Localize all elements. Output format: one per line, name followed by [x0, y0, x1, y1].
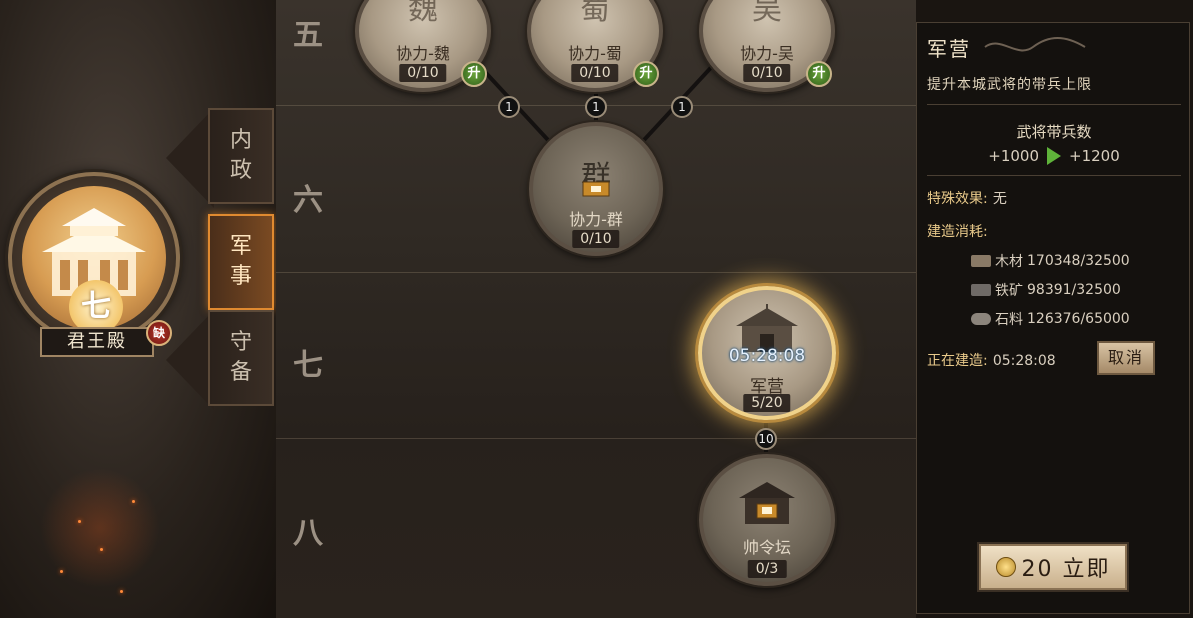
scroll-icon [582, 181, 610, 197]
instant-finish-label: 20 立即 [1021, 557, 1111, 582]
gold-coin-icon [995, 557, 1016, 577]
upgrade-badge[interactable]: 升 [461, 61, 487, 87]
instant-finish-button[interactable]: 20 立即 [979, 544, 1127, 590]
build-timer: 05:28:08 [728, 346, 806, 366]
divider [927, 104, 1181, 105]
requirement-badge: 1 [498, 96, 520, 118]
node-barracks[interactable]: 05:28:08 军营 5/20 [698, 286, 836, 420]
stat-change: +1000 +1200 [917, 147, 1191, 165]
wei-emblem-glyph: 魏 [408, 0, 438, 27]
node-name: 协力-吴 [740, 44, 794, 63]
shu-emblem-glyph: 蜀 [580, 0, 610, 27]
resource-row-stone: 石料 126376/65000 [971, 309, 1130, 329]
resource-row-iron: 铁矿 98391/32500 [971, 280, 1121, 300]
node-name: 协力-魏 [396, 44, 450, 63]
node-count: 0/10 [743, 64, 791, 82]
building-detail-panel: 军营 提升本城武将的带兵上限 武将带兵数 +1000 +1200 特殊效果: 无… [916, 22, 1190, 614]
building-status-label: 正在建造: [927, 353, 988, 369]
resource-value: 98391/32500 [1027, 282, 1121, 298]
resource-row-wood: 木材 170348/32500 [971, 251, 1130, 271]
building-status: 正在建造: 05:28:08 [927, 350, 1056, 370]
upgrade-badge[interactable]: 升 [806, 61, 832, 87]
node-name: 协力-群 [569, 210, 623, 229]
special-effect: 特殊效果: 无 [927, 188, 1007, 208]
node-count: 0/10 [399, 64, 447, 82]
panel-title: 军营 [927, 37, 971, 61]
resource-value: 126376/65000 [1027, 311, 1130, 327]
stat-title: 武将带兵数 [1016, 123, 1092, 141]
cancel-button[interactable]: 取消 [1097, 341, 1155, 375]
node-name: 帅令坛 [742, 538, 791, 557]
node-count: 5/20 [743, 394, 791, 412]
requirement-badge: 10 [755, 428, 777, 450]
node-coop-qun[interactable]: 群 协力-群 0/10 [529, 122, 663, 256]
iron-icon [971, 284, 991, 296]
resource-value: 170348/32500 [1027, 253, 1130, 269]
altar-icon [739, 482, 795, 524]
resource-name: 木材 [995, 254, 1023, 270]
divider [927, 175, 1181, 176]
node-count: 0/10 [571, 64, 619, 82]
requirement-badge: 1 [671, 96, 693, 118]
stat-to: +1200 [1069, 147, 1120, 165]
upgrade-badge[interactable]: 升 [633, 61, 659, 87]
decorative-swirl-icon [984, 37, 1086, 52]
stone-icon [971, 313, 991, 325]
build-cost-label: 建造消耗: [927, 224, 988, 240]
stat-from: +1000 [988, 147, 1039, 165]
node-count: 0/10 [572, 230, 620, 248]
special-effect-label: 特殊效果: [927, 191, 988, 207]
node-command-altar[interactable]: 帅令坛 0/3 [699, 454, 835, 586]
resource-name: 铁矿 [995, 283, 1023, 299]
special-effect-value: 无 [992, 191, 1007, 207]
arrow-right-icon [1047, 147, 1061, 165]
wood-icon [971, 255, 991, 267]
building-status-time: 05:28:08 [992, 353, 1056, 369]
requirement-badge: 1 [585, 96, 607, 118]
panel-description: 提升本城武将的带兵上限 [927, 77, 1092, 93]
wu-emblem-glyph: 吴 [752, 0, 782, 27]
resource-name: 石料 [995, 312, 1023, 328]
node-count: 0/3 [747, 560, 787, 578]
node-name: 协力-蜀 [568, 44, 622, 63]
